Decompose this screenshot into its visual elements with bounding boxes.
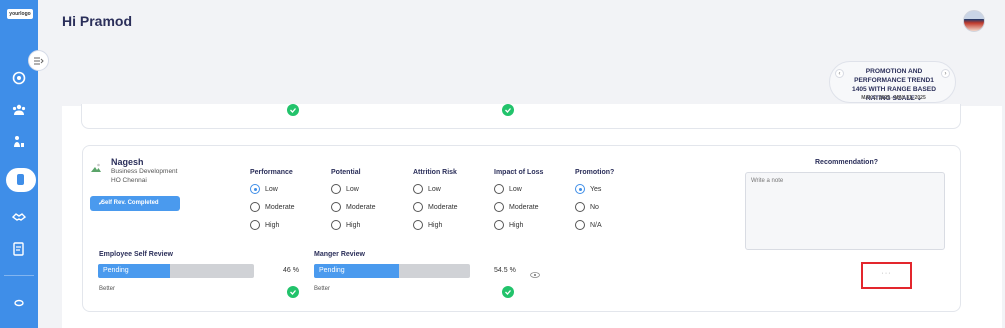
option-label: No [590, 204, 599, 211]
impact-low-radio[interactable] [494, 184, 504, 194]
prev-period-icon[interactable]: ‹ [835, 69, 844, 78]
performance-low-radio[interactable] [250, 184, 260, 194]
option-label: High [346, 222, 361, 229]
report-icon[interactable] [11, 241, 27, 257]
potential-low-radio[interactable] [331, 184, 341, 194]
handshake-icon[interactable] [11, 208, 27, 224]
option-label: High [428, 222, 443, 229]
option-label: Low [509, 186, 522, 193]
hierarchy-icon[interactable] [11, 134, 27, 150]
more-actions-label: ··· [881, 270, 892, 277]
option-label: Yes [590, 186, 602, 193]
collapse-icon [34, 57, 44, 65]
self-review-label: Employee Self Review [99, 251, 173, 258]
previous-employee-card [81, 104, 961, 129]
employee-name[interactable]: Nagesh [111, 157, 144, 167]
manager-review-status: Pending [319, 267, 345, 274]
check-icon: ✓ [98, 200, 104, 207]
check-icon [502, 104, 514, 116]
review-period-dates: MAY 1, 2025 - MAY 31, 2025 [861, 95, 926, 101]
performance-moderate-radio[interactable] [250, 202, 260, 212]
sidebar-item-reviews[interactable] [6, 168, 36, 192]
attrition-moderate-radio[interactable] [413, 202, 423, 212]
potential-header: Potential [331, 169, 361, 176]
potential-moderate-radio[interactable] [331, 202, 341, 212]
next-period-icon[interactable]: › [941, 69, 950, 78]
manager-review-label: Manger Review [314, 251, 365, 258]
manager-review-trend: Better [314, 286, 331, 292]
self-review-trend: Better [99, 286, 116, 292]
status-badge: ✓ Self Rev. Completed [90, 196, 180, 211]
more-actions-button[interactable]: ··· [861, 262, 912, 289]
recommendation-label: Recommendation? [815, 159, 879, 166]
check-icon [287, 104, 299, 116]
check-icon [502, 286, 514, 298]
option-label: Moderate [346, 204, 376, 211]
option-label: N/A [590, 222, 602, 229]
attrition-low-radio[interactable] [413, 184, 423, 194]
option-label: High [265, 222, 280, 229]
sidebar-divider [4, 275, 34, 276]
manager-review-percent: 54.5 % [494, 267, 516, 274]
performance-high-radio[interactable] [250, 220, 260, 230]
promotion-header: Promotion? [575, 169, 615, 176]
self-review-percent: 46 % [283, 267, 299, 274]
review-period-selector[interactable]: ‹ PROMOTION AND PERFORMANCE TREND1 1405 … [829, 61, 956, 103]
employee-department: Business Development [111, 168, 178, 175]
attrition-high-radio[interactable] [413, 220, 423, 230]
impact-high-radio[interactable] [494, 220, 504, 230]
option-label: High [509, 222, 524, 229]
check-icon [287, 286, 299, 298]
app-logo: yourlogo [7, 9, 33, 19]
option-label: Low [428, 186, 441, 193]
employee-avatar-icon [91, 163, 101, 172]
sidebar-collapse-button[interactable] [28, 50, 49, 71]
employee-location: HO Chennai [111, 177, 147, 184]
recommendation-note-input[interactable] [745, 172, 945, 250]
option-label: Moderate [265, 204, 295, 211]
option-label: Moderate [428, 204, 458, 211]
manager-review-progress: Pending [314, 264, 470, 278]
performance-header: Performance [250, 169, 293, 176]
sidebar: yourlogo [0, 0, 38, 328]
promotion-na-radio[interactable] [575, 220, 585, 230]
impact-moderate-radio[interactable] [494, 202, 504, 212]
potential-high-radio[interactable] [331, 220, 341, 230]
attrition-risk-header: Attrition Risk [413, 169, 457, 176]
self-review-progress: Pending [98, 264, 254, 278]
eye-icon[interactable] [530, 272, 540, 278]
settings-icon[interactable] [11, 295, 27, 311]
option-label: Low [265, 186, 278, 193]
user-avatar[interactable] [963, 10, 985, 32]
promotion-no-radio[interactable] [575, 202, 585, 212]
page-greeting: Hi Pramod [62, 13, 133, 29]
self-review-status: Pending [103, 267, 129, 274]
team-icon[interactable] [11, 102, 27, 118]
option-label: Moderate [509, 204, 539, 211]
dashboard-icon[interactable] [11, 70, 27, 86]
option-label: Low [346, 186, 359, 193]
promotion-yes-radio[interactable] [575, 184, 585, 194]
impact-of-loss-header: Impact of Loss [494, 169, 544, 176]
